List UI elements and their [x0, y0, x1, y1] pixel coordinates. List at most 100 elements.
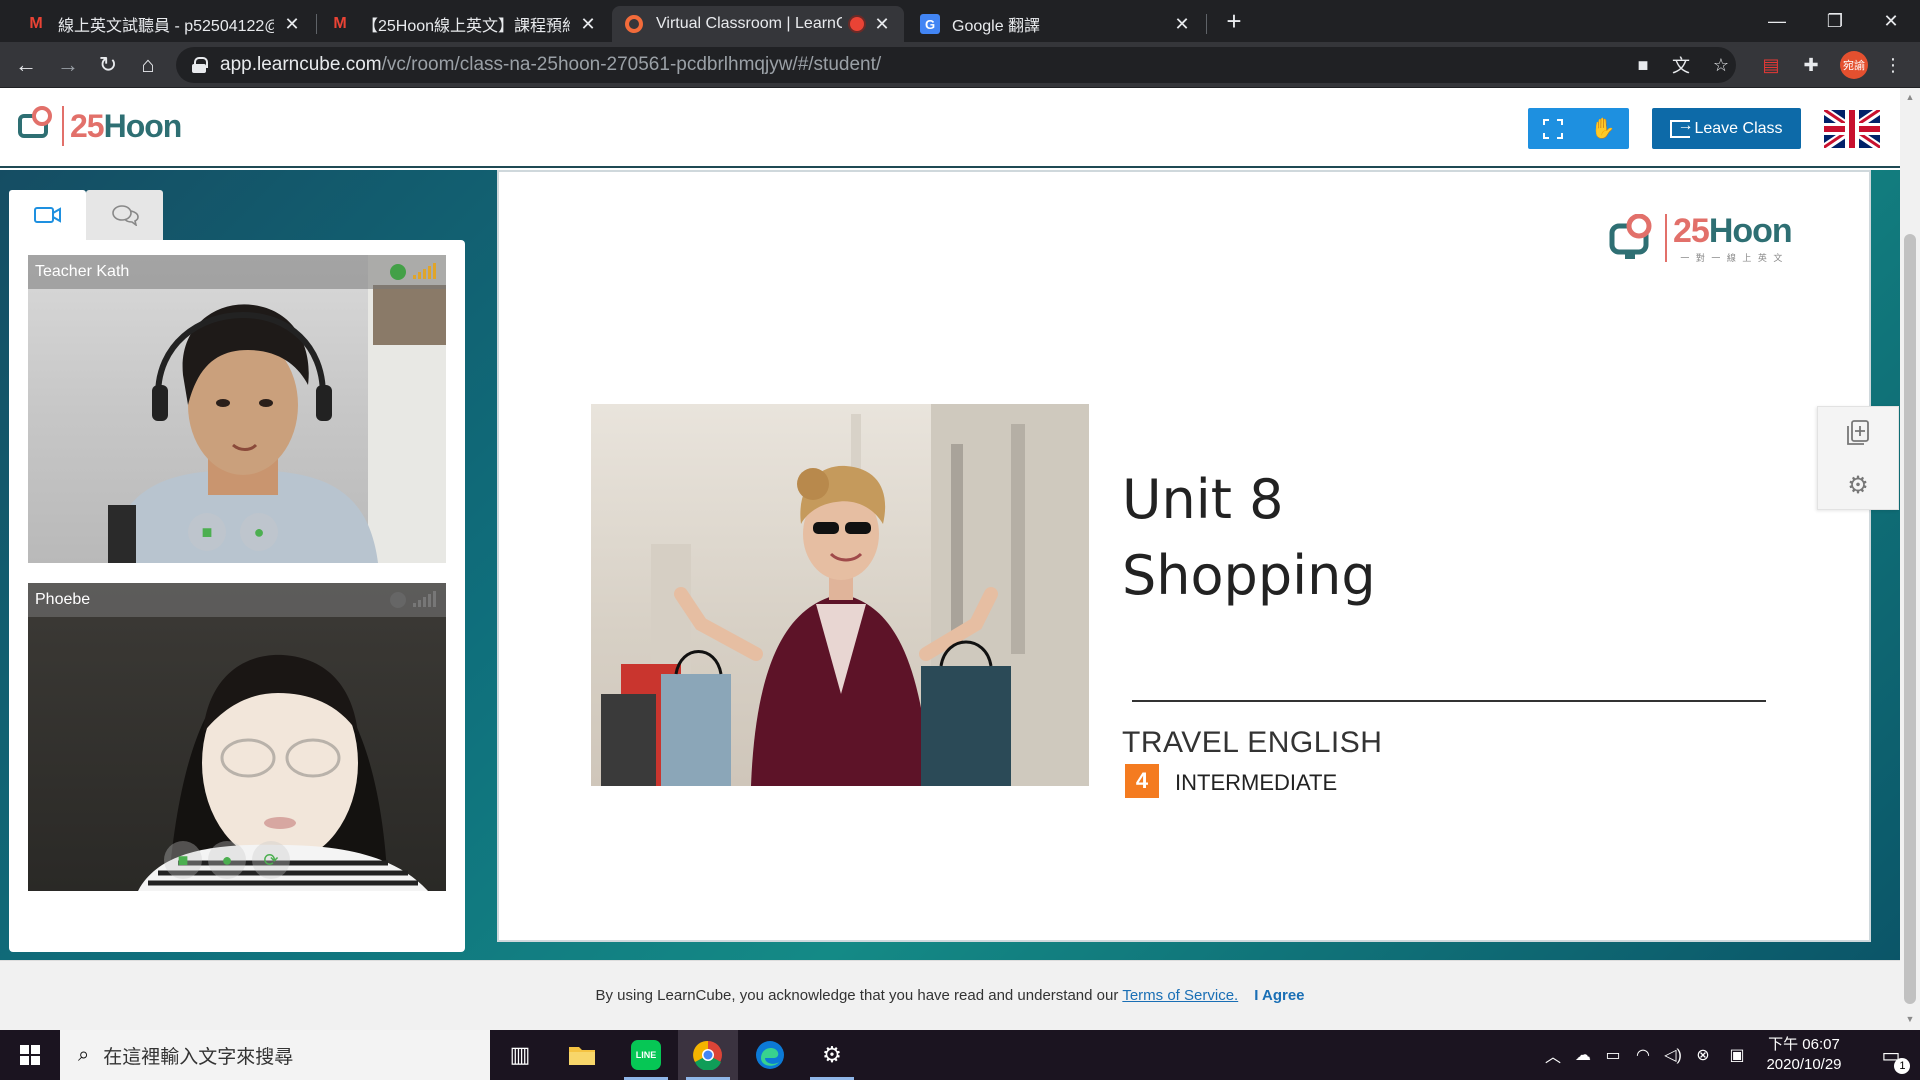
scroll-up-icon[interactable]: ▲	[1905, 92, 1915, 102]
recording-indicator-icon	[850, 17, 864, 31]
close-window-icon[interactable]: ✕	[1862, 0, 1920, 42]
chrome-app-icon[interactable]	[678, 1030, 738, 1080]
online-status-icon	[390, 264, 406, 280]
student-video-tile: Phoebe ■ ● ⟳	[28, 583, 446, 891]
extensions-puzzle-icon[interactable]: ✚	[1798, 52, 1824, 78]
tab-title: 線上英文試聽員 - p52504122@	[58, 18, 274, 35]
search-icon: ⌕	[78, 1043, 90, 1066]
logo-word: Hoon	[103, 107, 183, 144]
learncube-icon	[624, 14, 644, 34]
clock-time: 下午 06:07	[1768, 1036, 1840, 1053]
student-name: Phoebe	[35, 591, 91, 608]
raise-hand-icon[interactable]: ✋	[1578, 108, 1628, 149]
notification-count: 1	[1894, 1057, 1911, 1074]
cookie-text: By using LearnCube, you acknowledge that…	[595, 987, 1119, 1004]
classroom-stage: Teacher Kath ■ ● Phoebe ■ ● ⟳ 25Hoon 一 對…	[0, 170, 1900, 1030]
i-agree-button[interactable]: I Agree	[1254, 987, 1304, 1004]
url-host: app.learncube.com	[220, 54, 382, 75]
battery-icon[interactable]: ▭	[1598, 1030, 1628, 1080]
tab-title: 【25Hoon線上英文】課程預約成	[362, 18, 570, 35]
gmail-icon: M	[333, 15, 347, 32]
close-tab-icon[interactable]: ✕	[872, 14, 892, 35]
windows-logo-icon	[20, 1045, 40, 1065]
student-camera-icon[interactable]: ■	[164, 841, 202, 879]
uk-flag-language-icon[interactable]	[1824, 110, 1880, 148]
scrollbar-thumb[interactable]	[1904, 234, 1916, 1004]
whiteboard[interactable]: 25Hoon 一 對 一 線 上 英 文 Unit 8 Shopping TRA…	[497, 170, 1871, 942]
settings-gear-icon[interactable]: ⚙	[1818, 459, 1898, 511]
camera-in-use-icon[interactable]: ■	[1630, 52, 1656, 78]
classroom-controls: ✋	[1528, 108, 1629, 149]
edge-app-icon[interactable]	[740, 1030, 800, 1080]
browser-tab-strip: M 線上英文試聽員 - p52504122@ ✕ M 【25Hoon線上英文】課…	[0, 0, 1920, 42]
tab-video[interactable]	[9, 190, 86, 240]
tab-google-translate[interactable]: G Google 翻譯 ✕	[908, 6, 1204, 42]
volume-icon[interactable]: ◁)	[1658, 1030, 1688, 1080]
student-mic-icon[interactable]: ●	[208, 841, 246, 879]
slide-logo-word: Hoon	[1708, 212, 1793, 250]
close-tab-icon[interactable]: ✕	[1172, 14, 1192, 35]
tab-separator	[1206, 14, 1207, 34]
onedrive-cloud-icon[interactable]: ☁	[1568, 1030, 1598, 1080]
tab-gmail-2[interactable]: M 【25Hoon線上英文】課程預約成 ✕	[318, 6, 610, 42]
address-bar[interactable]: app.learncube.com/vc/room/class-na-25hoo…	[176, 47, 1736, 83]
pdf-extension-icon[interactable]: ▤	[1758, 52, 1784, 78]
terms-of-service-link[interactable]: Terms of Service.	[1122, 987, 1238, 1004]
ime-language-icon[interactable]: ▣	[1722, 1030, 1752, 1080]
slide-divider	[1132, 700, 1766, 702]
add-page-icon[interactable]	[1818, 407, 1898, 459]
teacher-name: Teacher Kath	[35, 263, 130, 280]
slide-title-line1: Unit 8	[1122, 468, 1284, 531]
tab-learncube[interactable]: Virtual Classroom | LearnCu ✕	[612, 6, 904, 42]
line-app-icon[interactable]: LINE	[616, 1030, 676, 1080]
side-panel: Teacher Kath ■ ● Phoebe ■ ● ⟳	[9, 190, 465, 960]
scroll-down-icon[interactable]: ▼	[1905, 1014, 1915, 1024]
reload-icon[interactable]: ↻	[92, 49, 124, 81]
taskbar-clock[interactable]: 下午 06:07 2020/10/29	[1756, 1035, 1852, 1075]
slide-title-line2: Shopping	[1122, 544, 1376, 607]
new-tab-button[interactable]: +	[1220, 8, 1248, 36]
learncube-page: 25Hoon ✋ Leave Class	[0, 88, 1900, 1030]
show-hidden-icons[interactable]: ︿	[1538, 1030, 1568, 1080]
url-path: /vc/room/class-na-25hoon-270561-pcdbrlhm…	[381, 54, 882, 75]
level-text: INTERMEDIATE	[1175, 770, 1338, 795]
teacher-video-feed	[108, 255, 446, 563]
offline-status-icon	[390, 592, 406, 608]
taskbar-search-box[interactable]: ⌕ 在這裡輸入文字來搜尋	[60, 1030, 490, 1080]
chat-bubbles-icon	[111, 205, 139, 226]
google-translate-icon: G	[920, 14, 940, 34]
lock-icon	[192, 57, 208, 73]
tab-chat[interactable]	[86, 190, 163, 240]
notification-center-icon[interactable]: ▭ 1	[1866, 1030, 1916, 1080]
shopping-woman-photo	[591, 404, 1089, 786]
translate-page-icon[interactable]: 文	[1668, 52, 1694, 78]
taskbar-search-placeholder: 在這裡輸入文字來搜尋	[103, 1046, 294, 1068]
switch-camera-icon[interactable]: ⟳	[252, 841, 290, 879]
slide-logo-number: 25	[1673, 212, 1710, 250]
leave-class-button[interactable]: Leave Class	[1652, 108, 1801, 149]
profile-avatar[interactable]: 宛諭	[1840, 51, 1868, 79]
windows-start-button[interactable]	[0, 1030, 60, 1080]
no-network-icon[interactable]: ⊗	[1688, 1030, 1718, 1080]
minimize-icon[interactable]: —	[1748, 0, 1806, 42]
leave-class-label: Leave Class	[1694, 119, 1783, 137]
close-tab-icon[interactable]: ✕	[282, 14, 302, 35]
close-tab-icon[interactable]: ✕	[578, 14, 598, 35]
wifi-icon[interactable]: ◠	[1628, 1030, 1658, 1080]
teacher-mic-icon[interactable]: ●	[240, 513, 278, 551]
teacher-camera-icon[interactable]: ■	[188, 513, 226, 551]
side-panel-tabs	[9, 190, 163, 240]
bookmark-star-icon[interactable]: ☆	[1708, 52, 1734, 78]
fullscreen-icon[interactable]	[1528, 108, 1578, 149]
home-icon[interactable]: ⌂	[132, 49, 164, 81]
tab-gmail-1[interactable]: M 線上英文試聽員 - p52504122@ ✕	[14, 6, 314, 42]
signal-strength-icon	[413, 591, 436, 607]
restore-icon[interactable]: ❐	[1806, 0, 1864, 42]
browser-menu-icon[interactable]: ⋮	[1880, 52, 1906, 78]
back-icon[interactable]: ←	[10, 49, 42, 81]
forward-icon[interactable]: →	[52, 49, 84, 81]
task-view-icon[interactable]: ▥	[490, 1030, 550, 1080]
file-explorer-icon[interactable]	[552, 1030, 612, 1080]
page-scrollbar[interactable]: ▲ ▼	[1900, 88, 1920, 1030]
settings-app-icon[interactable]: ⚙	[802, 1030, 862, 1080]
